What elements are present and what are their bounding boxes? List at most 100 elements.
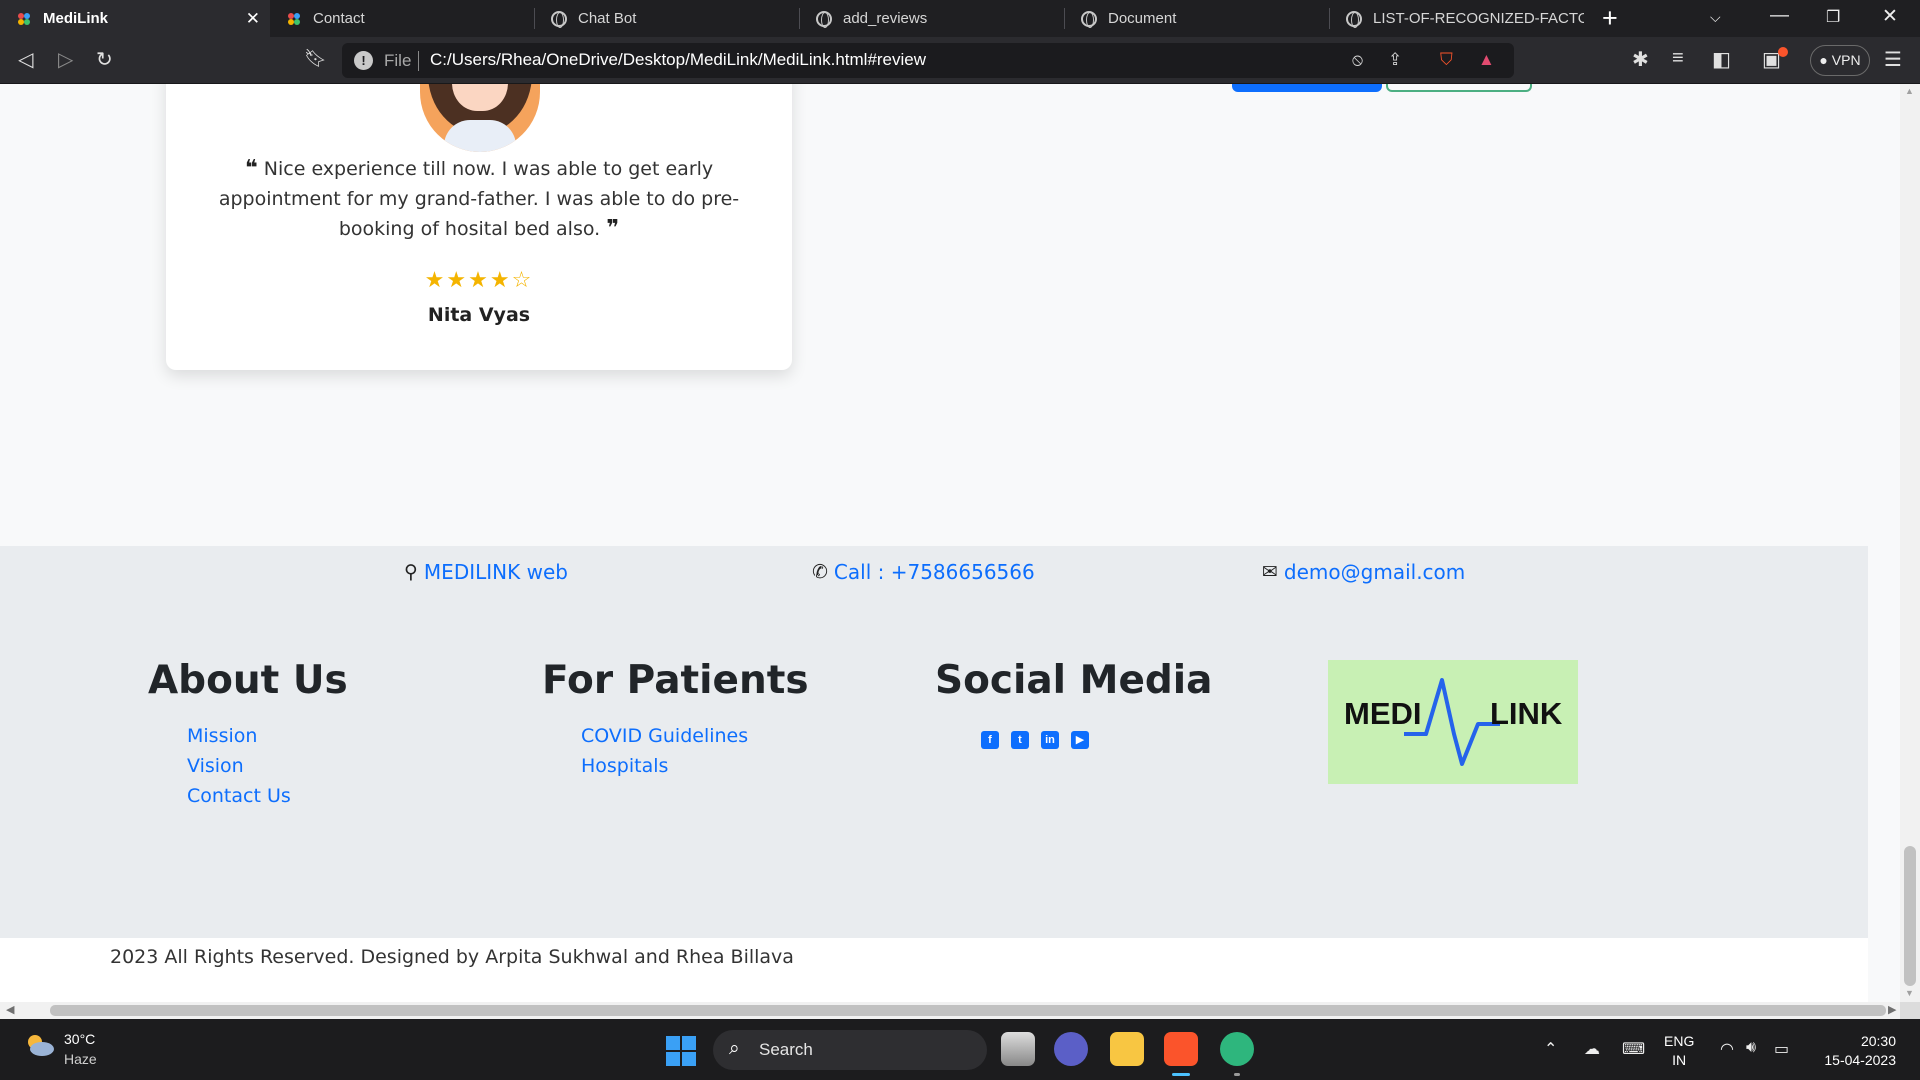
footer-link-hospitals[interactable]: Hospitals	[581, 755, 668, 777]
scroll-down-icon[interactable]: ▼	[1905, 988, 1914, 998]
horizontal-scrollbar[interactable]: ◀ ▶	[0, 1002, 1900, 1019]
tab-close-icon[interactable]: ✕	[246, 9, 260, 29]
contact-email[interactable]: ✉ demo@gmail.com	[1262, 560, 1465, 584]
tab-list-of-recognized-factory[interactable]: LIST-OF-RECOGNIZED-FACTORY	[1330, 0, 1584, 37]
scroll-up-icon[interactable]: ▲	[1905, 86, 1914, 96]
sidebar-icon[interactable]: ◧	[1712, 47, 1731, 72]
reviewer-avatar	[420, 84, 540, 152]
footer-link-covid-guidelines[interactable]: COVID Guidelines	[581, 725, 748, 747]
taskbar-search[interactable]: ⌕ Search	[713, 1030, 987, 1070]
system-clock[interactable]: 20:30 15-04-2023	[1810, 1032, 1896, 1070]
footer-link-contact-us[interactable]: Contact Us	[187, 785, 291, 807]
about-us-title: About Us	[148, 658, 348, 703]
weather-haze-icon[interactable]	[22, 1031, 56, 1059]
footer-link-vision[interactable]: Vision	[187, 755, 244, 777]
clock-date: 15-04-2023	[1824, 1052, 1896, 1068]
vertical-scrollbar[interactable]: ▲ ▼	[1900, 84, 1920, 1002]
star-filled-icon: ★	[468, 267, 490, 292]
keyboard-icon[interactable]: ⌨	[1622, 1039, 1645, 1059]
social-media-title: Social Media	[935, 658, 1213, 703]
restore-icon[interactable]: ❐	[1826, 7, 1840, 27]
new-tab-icon[interactable]: +	[1602, 3, 1618, 34]
contact-location[interactable]: ⚲ MEDILINK web	[404, 560, 568, 584]
tab-label: MediLink	[43, 10, 109, 27]
onedrive-cloud-icon[interactable]: ☁	[1584, 1039, 1600, 1059]
language-indicator[interactable]: ENG IN	[1664, 1032, 1694, 1070]
vertical-scroll-thumb[interactable]	[1904, 846, 1916, 986]
star-rating: ★★★★☆	[166, 267, 792, 293]
battery-icon[interactable]: ▭	[1774, 1039, 1789, 1059]
share-icon[interactable]: ⇪	[1388, 50, 1402, 70]
tab-label: add_reviews	[843, 10, 928, 27]
wifi-icon[interactable]: ◠	[1720, 1039, 1734, 1059]
notification-dot	[1778, 47, 1788, 57]
scrollbar-corner	[1900, 1002, 1920, 1019]
tab-label: Document	[1108, 10, 1177, 27]
footer: ⚲ MEDILINK web ✆ Call : +7586656566 ✉ de…	[0, 546, 1868, 938]
brave-rewards-icon[interactable]: ▲	[1478, 50, 1495, 70]
url-text[interactable]: C:/Users/Rhea/OneDrive/Desktop/MediLink/…	[430, 50, 926, 70]
weather-temperature[interactable]: 30°C	[64, 1031, 95, 1047]
tab-contact[interactable]: Contact	[270, 0, 534, 37]
facebook-icon[interactable]: f	[981, 731, 999, 749]
tab-chat-bot[interactable]: Chat Bot	[535, 0, 799, 37]
copyright-bar: 2023 All Rights Reserved. Designed by Ar…	[0, 938, 1868, 1002]
footer-link-mission[interactable]: Mission	[187, 725, 257, 747]
active-app-indicator	[1172, 1073, 1190, 1076]
minimize-icon[interactable]: —	[1770, 5, 1789, 27]
quote-left-icon: ❝	[244, 156, 258, 181]
start-button[interactable]	[666, 1036, 696, 1066]
blocked-location-icon[interactable]: ⦸	[1352, 50, 1363, 70]
scroll-right-icon[interactable]: ▶	[1888, 1003, 1896, 1016]
review-card: ❝ Nice experience till now. I was able t…	[166, 84, 792, 370]
quote-right-icon: ❞	[606, 216, 620, 241]
globe-icon	[816, 10, 832, 28]
task-view-icon[interactable]	[1001, 1032, 1035, 1066]
star-filled-icon: ★	[424, 267, 447, 292]
teams-chat-icon[interactable]	[1054, 1032, 1088, 1066]
info-icon[interactable]: !	[354, 51, 373, 70]
tab-document[interactable]: Document	[1065, 0, 1329, 37]
reviewer-name: Nita Vyas	[427, 304, 531, 326]
review-text: Nice experience till now. I was able to …	[218, 158, 740, 240]
window-close-icon[interactable]: ✕	[1882, 5, 1898, 28]
youtube-icon[interactable]: ▶	[1071, 731, 1089, 749]
logo-text-right: LINK	[1490, 696, 1563, 731]
scroll-left-icon[interactable]: ◀	[6, 1003, 14, 1016]
twitter-icon[interactable]: t	[1011, 731, 1029, 749]
menu-icon[interactable]: ☰	[1884, 47, 1902, 72]
horizontal-scroll-thumb[interactable]	[50, 1005, 1886, 1016]
search-label: Search	[759, 1040, 813, 1059]
brave-shields-icon[interactable]: ⛉	[1440, 50, 1453, 70]
contact-phone[interactable]: ✆ Call : +7586656566	[812, 560, 1035, 584]
forward-icon[interactable]: ▷	[58, 47, 73, 72]
tab-medilink[interactable]: MediLink ✕	[0, 0, 270, 37]
star-empty-icon: ☆	[511, 267, 534, 292]
weather-description[interactable]: Haze	[64, 1051, 97, 1067]
star-filled-icon: ★	[489, 267, 512, 292]
tray-overflow-chevron-icon[interactable]: ⌃	[1544, 1039, 1557, 1059]
linkedin-icon[interactable]: in	[1041, 731, 1059, 749]
reload-icon[interactable]: ↻	[96, 47, 113, 72]
language-code: ENG	[1664, 1033, 1695, 1049]
bookmark-icon[interactable]: 🔖︎	[304, 48, 327, 69]
copyright-text: 2023 All Rights Reserved. Designed by Ar…	[110, 946, 794, 968]
address-bar[interactable]: ! File C:/Users/Rhea/OneDrive/Desktop/Me…	[342, 43, 1514, 78]
outline-button-partial[interactable]	[1386, 84, 1532, 92]
vpn-button[interactable]: ● VPN	[1810, 45, 1870, 76]
clock-time: 20:30	[1860, 1033, 1896, 1049]
brave-browser-icon[interactable]	[1164, 1032, 1198, 1066]
region-code: IN	[1672, 1052, 1687, 1068]
chatgpt-app-icon[interactable]	[1220, 1032, 1254, 1066]
tab-list-chevron-icon[interactable]: ⌵	[1710, 9, 1721, 26]
primary-button-partial[interactable]	[1232, 84, 1382, 92]
globe-icon	[551, 10, 567, 28]
file-explorer-icon[interactable]	[1110, 1032, 1144, 1066]
for-patients-title: For Patients	[542, 658, 809, 703]
tab-add-reviews[interactable]: add_reviews	[800, 0, 1064, 37]
extensions-icon[interactable]: ✱	[1632, 47, 1649, 72]
volume-icon[interactable]: 🔊︎	[1746, 1039, 1756, 1057]
back-icon[interactable]: ◁	[18, 47, 33, 72]
playlist-icon[interactable]: ≡	[1672, 47, 1684, 70]
tab-label: Contact	[313, 10, 365, 27]
